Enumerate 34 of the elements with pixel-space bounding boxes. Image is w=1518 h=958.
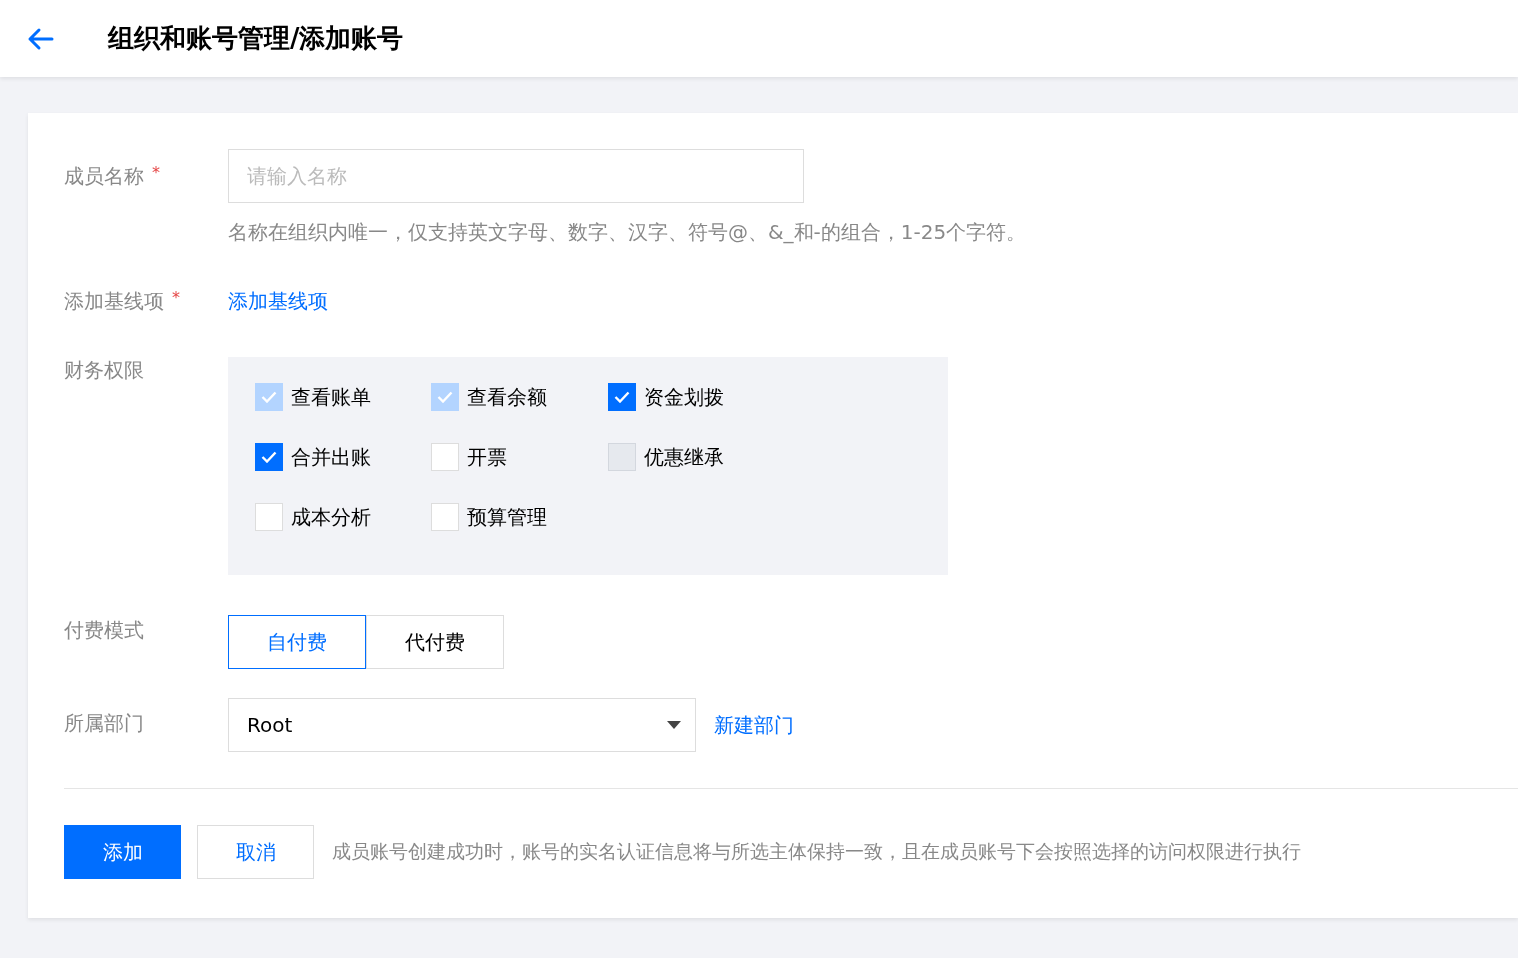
checkbox-label: 开票	[467, 444, 507, 471]
field-label: 所属部门	[64, 710, 144, 737]
page-title: 组织和账号管理/添加账号	[108, 22, 404, 55]
new-department-link[interactable]: 新建部门	[714, 711, 794, 739]
required-asterisk: *	[152, 163, 160, 182]
checkmark-icon	[261, 451, 277, 463]
footer-note: 成员账号创建成功时，账号的实名认证信息将与所选主体保持一致，且在成员账号下会按照选择的访问权限进行执行	[332, 839, 1301, 864]
checkbox-label: 查看账单	[291, 384, 371, 411]
payment-mode-option[interactable]: 代付费	[366, 615, 504, 669]
checkmark-icon	[614, 391, 630, 403]
field-label: 成员名称	[64, 163, 144, 190]
checkmark-icon	[261, 391, 277, 403]
checkbox-label: 合并出账	[291, 444, 371, 471]
checkbox[interactable]	[255, 443, 283, 471]
add-baseline-link[interactable]: 添加基线项	[228, 289, 328, 313]
cancel-button[interactable]: 取消	[197, 825, 314, 879]
checkbox-label: 资金划拨	[644, 384, 724, 411]
field-label: 财务权限	[64, 357, 144, 384]
field-label: 付费模式	[64, 617, 144, 644]
field-hint: 名称在组织内唯一，仅支持英文字母、数字、汉字、符号@、&_和-的组合，1-25个字符。	[228, 219, 1028, 246]
checkbox-label: 优惠继承	[644, 444, 724, 471]
payment-mode-option[interactable]: 自付费	[228, 615, 366, 669]
checkbox-label: 成本分析	[291, 504, 371, 531]
department-select[interactable]: Root	[228, 698, 696, 752]
checkbox-label: 查看余额	[467, 384, 547, 411]
field-label: 添加基线项	[64, 288, 164, 315]
name-input-field[interactable]: 请输入名称	[228, 149, 804, 203]
required-asterisk: *	[172, 288, 180, 307]
checkbox[interactable]	[608, 383, 636, 411]
caret-icon	[667, 721, 681, 729]
checkbox-label: 预算管理	[467, 504, 547, 531]
checkmark-icon	[437, 391, 453, 403]
add-button[interactable]: 添加	[64, 825, 181, 879]
select-value: Root	[247, 713, 293, 737]
